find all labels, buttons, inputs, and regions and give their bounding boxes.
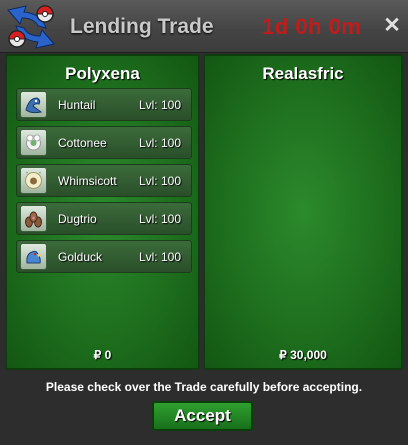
trade-timer: 1d 0h 0m	[262, 14, 362, 39]
pokemon-slot-dugtrio[interactable]: Dugtrio Lvl: 100	[16, 202, 192, 235]
offer-panel-realasfric: Realasfric ₽ 30,000	[203, 54, 403, 370]
offer-panel-polyxena: Polyxena Huntail Lvl: 100 Cottonee Lvl: …	[5, 54, 200, 370]
money-offer: ₽ 0	[93, 348, 112, 362]
player-name: Realasfric	[262, 64, 344, 83]
dugtrio-icon	[20, 205, 47, 232]
pokemon-level: Lvl: 100	[138, 250, 181, 264]
window-title: Lending Trade	[70, 15, 214, 38]
close-icon[interactable]: ✕	[383, 15, 401, 36]
pokemon-slot-cottonee[interactable]: Cottonee Lvl: 100	[16, 126, 192, 159]
pokemon-slot-golduck[interactable]: Golduck Lvl: 100	[16, 240, 192, 273]
cottonee-icon	[20, 129, 47, 156]
pokemon-name: Cottonee	[58, 136, 107, 150]
pokemon-level: Lvl: 100	[138, 212, 181, 226]
pokemon-slot-huntail[interactable]: Huntail Lvl: 100	[16, 88, 192, 121]
pokemon-level: Lvl: 100	[138, 174, 181, 188]
huntail-icon	[20, 91, 47, 118]
pokemon-level: Lvl: 100	[138, 136, 181, 150]
money-offer: ₽ 30,000	[279, 348, 327, 362]
whimsicott-icon	[20, 167, 47, 194]
trade-logo-icon	[7, 5, 55, 49]
pokemon-level: Lvl: 100	[138, 98, 181, 112]
pokemon-name: Golduck	[58, 250, 103, 264]
pokemon-name: Huntail	[58, 98, 96, 112]
lending-trade-window: Lending Trade 1d 0h 0m ✕ Polyxena Huntai…	[0, 0, 408, 445]
pokemon-slot-whimsicott[interactable]: Whimsicott Lvl: 100	[16, 164, 192, 197]
player-name: Polyxena	[65, 64, 140, 83]
pokemon-name: Whimsicott	[58, 174, 117, 188]
trade-notice: Please check over the Trade carefully be…	[45, 380, 363, 394]
golduck-icon	[20, 243, 47, 270]
pokemon-name: Dugtrio	[58, 212, 97, 226]
title-bar: Lending Trade 1d 0h 0m ✕	[0, 0, 408, 53]
accept-button[interactable]: Accept	[152, 401, 253, 431]
